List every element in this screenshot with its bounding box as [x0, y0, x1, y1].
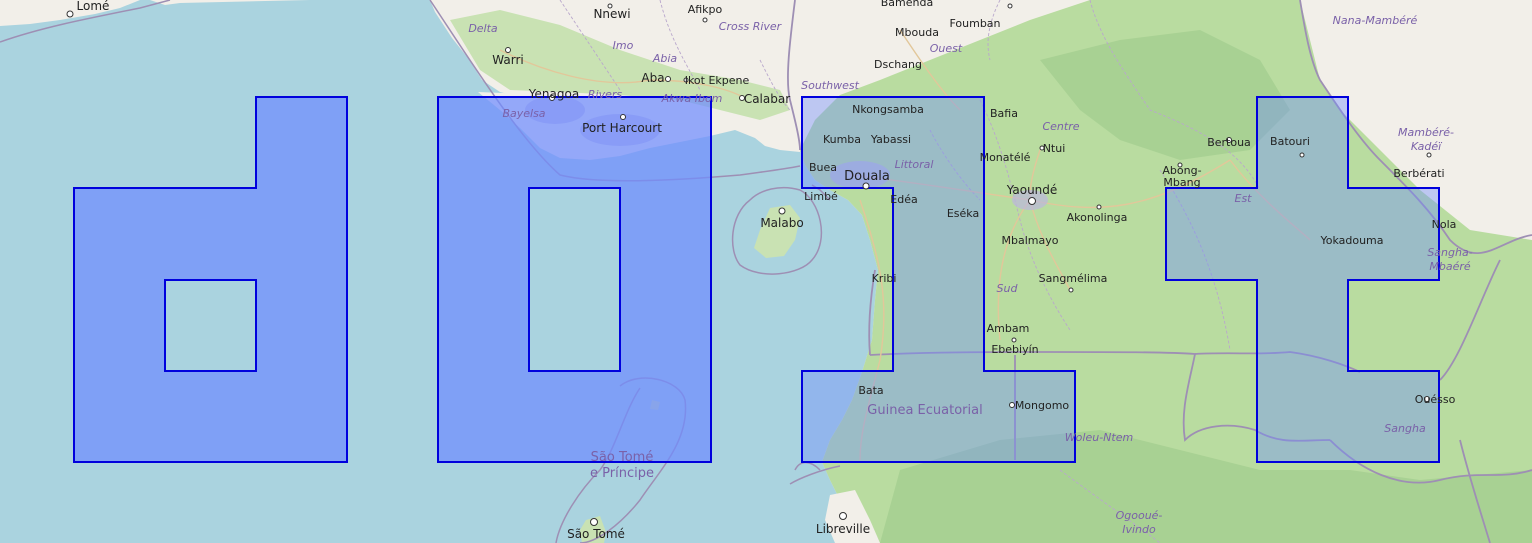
city-label-ebebiyin: Ebebiyín	[991, 343, 1038, 356]
city-label-ikot-ekpene: Ikot Ekpene	[685, 74, 750, 87]
city-label-yokadouma: Yokadouma	[1319, 234, 1383, 247]
city-label-monatele: Monatélé	[980, 151, 1031, 164]
city-label-ouesso: Ouésso	[1415, 393, 1456, 406]
city-label-yenagoa: Yenagoa	[528, 87, 579, 101]
region-label-southwest: Southwest	[801, 79, 859, 92]
city-label-batouri: Batouri	[1270, 135, 1310, 148]
city-label-mbalmayo: Mbalmayo	[1002, 234, 1059, 247]
country-label-guinea-ecuatorial: Guinea Ecuatorial	[867, 403, 982, 418]
city-label-nkongsamba: Nkongsamba	[852, 103, 924, 116]
city-label-nnewi: Nnewi	[593, 7, 630, 21]
region-label-ouest: Ouest	[930, 42, 963, 55]
city-label-akonolinga: Akonolinga	[1067, 211, 1128, 224]
region-label-sangha-mbaere-2: Mbaéré	[1429, 260, 1471, 273]
city-label-edea: Edéa	[890, 193, 917, 206]
city-label-abong-mbang-2: Mbang	[1163, 176, 1200, 189]
city-label-bafia: Bafia	[990, 107, 1018, 120]
city-label-afikpo: Afikpo	[688, 3, 723, 16]
city-label-sao-tome-city: São Tomé	[567, 527, 625, 541]
city-label-mongomo: Mongomo	[1015, 399, 1070, 412]
city-label-limbe: Limbé	[804, 190, 838, 203]
country-label-sao-tome-2: e Príncipe	[590, 466, 654, 481]
region-label-imo: Imo	[613, 39, 634, 52]
city-label-foumban: Foumban	[949, 17, 1000, 30]
city-label-kumba: Kumba	[823, 133, 861, 146]
city-label-bata: Bata	[858, 384, 883, 397]
city-label-lome: Lomé	[77, 0, 110, 13]
region-label-centre: Centre	[1042, 120, 1079, 133]
city-label-kribi: Kribi	[872, 272, 897, 285]
map-svg: Delta Imo Abia Cross River Rivers Akwa I…	[0, 0, 1532, 543]
city-label-berberati: Berbérati	[1393, 167, 1444, 180]
country-label-sao-tome-1: São Tomé	[591, 450, 654, 465]
region-label-woleu-ntem: Woleu-Ntem	[1065, 431, 1133, 444]
region-label-nana-mambere: Nana-Mambéré	[1333, 14, 1418, 27]
city-label-calabar: Calabar	[744, 92, 790, 106]
city-label-eseka: Eséka	[947, 207, 979, 220]
city-label-buea: Buea	[809, 161, 837, 174]
region-label-bayelsa: Bayelsa	[502, 107, 545, 120]
region-label-mambere-kadei-1: Mambéré-	[1398, 126, 1454, 139]
city-label-yaounde: Yaoundé	[1006, 183, 1058, 197]
region-label-mambere-kadei-2: Kadéï	[1411, 140, 1443, 153]
city-label-malabo: Malabo	[760, 216, 803, 230]
map-canvas[interactable]: Delta Imo Abia Cross River Rivers Akwa I…	[0, 0, 1532, 543]
city-label-warri: Warri	[492, 53, 523, 67]
city-label-nola: Nola	[1432, 218, 1457, 231]
region-label-ogooue-ivindo-1: Ogooué-	[1116, 509, 1163, 522]
city-label-sangmelima: Sangmélima	[1039, 272, 1108, 285]
city-label-ntui: Ntui	[1043, 142, 1066, 155]
region-label-akwa-ibom: Akwa Ibom	[661, 92, 723, 105]
region-label-littoral: Littoral	[895, 158, 934, 171]
city-label-bertoua: Bertoua	[1207, 136, 1251, 149]
city-label-dschang: Dschang	[874, 58, 922, 71]
city-label-port-harcourt: Port Harcourt	[582, 121, 662, 135]
region-label-sud: Sud	[997, 282, 1019, 295]
region-label-sangha: Sangha	[1384, 422, 1426, 435]
city-label-bamenda: Bamenda	[881, 0, 933, 9]
region-label-delta: Delta	[468, 22, 498, 35]
region-label-sangha-mbaere-1: Sangha-	[1427, 246, 1472, 259]
region-label-ogooue-ivindo-2: Ivindo	[1122, 523, 1156, 536]
city-label-douala: Douala	[844, 169, 890, 184]
city-label-aba: Aba	[641, 71, 664, 85]
region-label-cross-river: Cross River	[719, 20, 783, 33]
city-label-ambam: Ambam	[987, 322, 1030, 335]
region-label-abia: Abia	[652, 52, 678, 65]
city-label-yabassi: Yabassi	[870, 133, 911, 146]
city-label-libreville: Libreville	[816, 522, 870, 536]
region-label-rivers: Rivers	[588, 88, 622, 101]
city-label-mbouda: Mbouda	[895, 26, 939, 39]
region-label-est: Est	[1235, 192, 1253, 205]
